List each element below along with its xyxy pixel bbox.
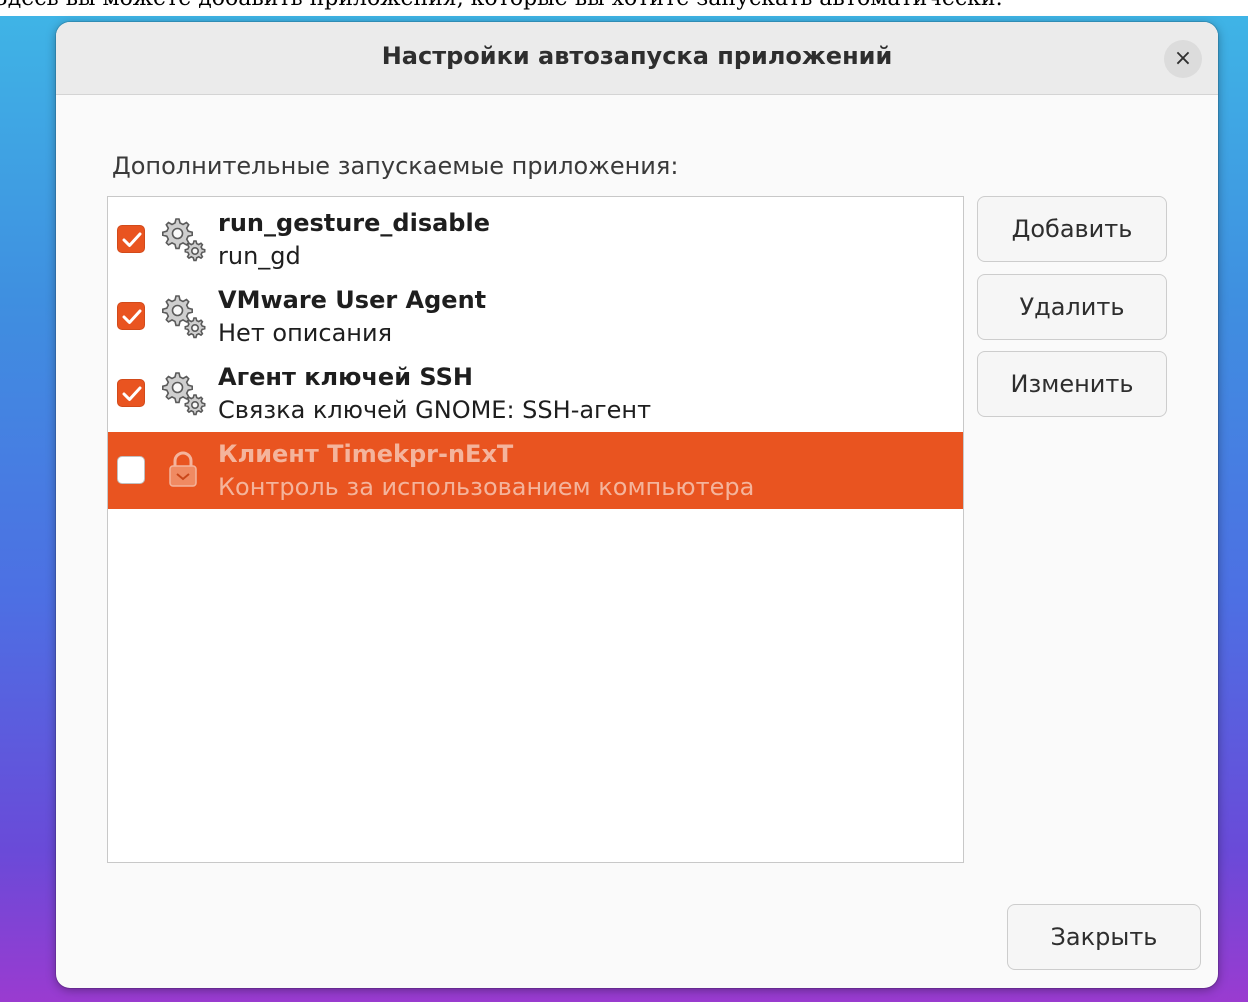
edit-button[interactable]: Изменить <box>977 351 1167 417</box>
gears-icon <box>162 218 206 262</box>
enable-checkbox[interactable] <box>117 225 145 253</box>
checkmark-icon <box>122 232 142 247</box>
gears-icon <box>162 295 206 339</box>
padlock-icon <box>169 451 197 487</box>
list-item[interactable]: run_gesture_disable run_gd <box>108 201 963 278</box>
checkmark-icon <box>122 386 142 401</box>
app-description: Связка ключей GNOME: SSH-агент <box>218 396 652 424</box>
startup-preferences-dialog: Настройки автозапуска приложений × Допол… <box>56 22 1218 988</box>
checkmark-icon <box>122 309 142 324</box>
close-button[interactable]: Закрыть <box>1007 904 1201 970</box>
app-name: VMware User Agent <box>218 286 487 314</box>
close-icon[interactable]: × <box>1164 40 1202 78</box>
app-description: Контроль за использованием компьютера <box>218 473 755 501</box>
titlebar: Настройки автозапуска приложений × <box>56 22 1218 95</box>
app-name: Агент ключей SSH <box>218 363 473 391</box>
top-caption: Здесь вы можете добавить приложения, кот… <box>0 0 1248 16</box>
startup-apps-list[interactable]: run_gesture_disable run_gd VMware User A… <box>107 196 964 863</box>
add-button[interactable]: Добавить <box>977 196 1167 262</box>
app-name: Клиент Timekpr-nExT <box>218 440 514 468</box>
app-description: Нет описания <box>218 319 393 347</box>
list-item[interactable]: VMware User Agent Нет описания <box>108 278 963 355</box>
dialog-title: Настройки автозапуска приложений <box>381 42 893 70</box>
gears-icon <box>162 372 206 416</box>
list-item-selected[interactable]: Клиент Timekpr-nExT Контроль за использо… <box>108 432 963 509</box>
list-item[interactable]: Агент ключей SSH Связка ключей GNOME: SS… <box>108 355 963 432</box>
enable-checkbox[interactable] <box>117 302 145 330</box>
top-caption-text: Здесь вы можете добавить приложения, кот… <box>0 0 1003 11</box>
app-name: run_gesture_disable <box>218 209 490 237</box>
enable-checkbox[interactable] <box>117 379 145 407</box>
remove-button[interactable]: Удалить <box>977 274 1167 340</box>
section-label: Дополнительные запускаемые приложения: <box>112 152 679 180</box>
app-description: run_gd <box>218 242 301 270</box>
enable-checkbox[interactable] <box>117 456 145 484</box>
